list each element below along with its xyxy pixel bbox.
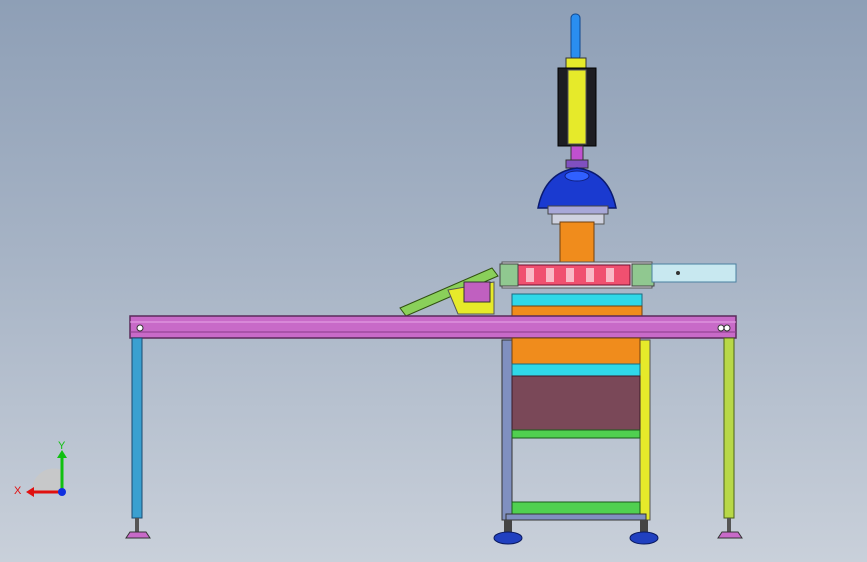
pneumatic-cylinder xyxy=(557,13,597,169)
frame-top-bar xyxy=(511,293,643,307)
machine-feet xyxy=(493,520,659,545)
y-axis-label: Y xyxy=(58,440,66,452)
suction-dome xyxy=(537,167,617,225)
angled-feeder xyxy=(399,267,499,317)
right-leg xyxy=(717,337,743,539)
x-axis-label: X xyxy=(14,485,22,497)
coordinate-triad: Y X xyxy=(10,440,80,510)
long-rail xyxy=(129,315,737,339)
cad-viewport[interactable]: Y X xyxy=(0,0,867,562)
triad-axes xyxy=(26,450,67,497)
left-leg xyxy=(125,337,151,539)
slide-assembly xyxy=(499,261,737,289)
lower-frame xyxy=(501,337,651,521)
orange-column xyxy=(559,221,595,267)
assembly-drawing xyxy=(125,13,743,545)
frame-orange-top xyxy=(511,305,643,317)
